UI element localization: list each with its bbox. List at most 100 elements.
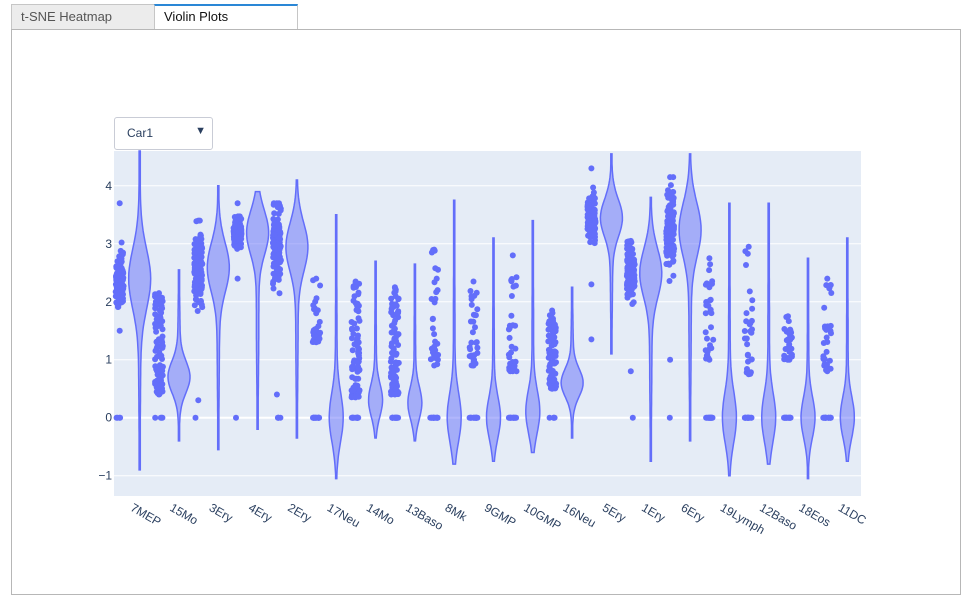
data-point — [510, 283, 517, 290]
data-point — [823, 348, 830, 355]
data-point — [271, 246, 278, 253]
data-point — [192, 255, 199, 262]
x-tick-label: 6Ery — [679, 500, 707, 524]
data-point — [349, 347, 356, 354]
data-point — [586, 195, 593, 202]
data-point — [668, 210, 675, 217]
data-point — [271, 210, 278, 217]
data-point — [745, 371, 752, 378]
data-point — [550, 318, 557, 325]
data-point — [158, 374, 165, 381]
data-point — [237, 226, 244, 232]
data-point — [512, 345, 519, 352]
data-point — [429, 414, 436, 421]
data-point — [746, 288, 753, 295]
data-point — [744, 341, 751, 348]
data-point — [627, 255, 634, 262]
data-point — [590, 189, 597, 196]
data-point — [354, 335, 361, 342]
data-point — [786, 343, 792, 350]
data-point — [624, 278, 631, 285]
data-point — [429, 316, 436, 323]
data-point — [195, 248, 202, 255]
data-point — [159, 326, 166, 333]
data-point — [271, 231, 278, 238]
data-point — [671, 245, 678, 252]
data-point — [785, 313, 791, 320]
data-point — [511, 414, 518, 421]
data-point — [233, 414, 239, 421]
data-point — [355, 291, 362, 298]
data-point — [743, 262, 749, 268]
data-point — [590, 208, 597, 215]
data-point — [742, 414, 749, 421]
data-point — [821, 304, 828, 311]
x-tick-label: 14Mo — [364, 500, 397, 527]
data-point — [429, 325, 436, 332]
data-point — [588, 336, 595, 343]
data-point — [194, 270, 200, 277]
data-point — [116, 327, 123, 334]
data-point — [549, 368, 556, 375]
x-tick-label: 1Ery — [639, 500, 667, 524]
data-point — [551, 341, 558, 348]
data-point — [824, 368, 831, 375]
data-point — [702, 281, 709, 288]
data-point — [114, 300, 121, 307]
data-point — [787, 328, 794, 335]
data-point — [349, 374, 356, 381]
data-point — [273, 391, 280, 398]
data-point — [743, 310, 750, 317]
x-tick-label: 19Lymph — [718, 500, 767, 537]
data-point — [629, 264, 636, 271]
x-tick-label: 2Ery — [285, 500, 313, 524]
data-point — [311, 306, 317, 313]
x-tick-label: 18Eos — [797, 500, 833, 529]
data-point — [703, 302, 710, 309]
x-tick-label: 8Mk — [443, 500, 470, 524]
data-point — [196, 236, 203, 243]
data-point — [391, 320, 398, 327]
data-point — [785, 356, 791, 363]
data-point — [315, 323, 322, 330]
data-point — [670, 272, 677, 279]
data-point — [355, 308, 362, 315]
data-point — [745, 243, 752, 250]
data-point — [666, 414, 673, 421]
data-point — [744, 366, 750, 372]
data-point — [194, 308, 201, 314]
x-tick-label: 16Neu — [561, 500, 599, 530]
data-point — [828, 290, 835, 296]
data-point — [584, 211, 591, 218]
y-tick-label: 1 — [105, 353, 112, 367]
data-point — [467, 318, 474, 325]
data-point — [231, 223, 238, 230]
data-point — [588, 165, 595, 172]
data-point — [432, 265, 439, 272]
data-point — [153, 323, 160, 330]
data-point — [317, 282, 324, 289]
data-point — [313, 339, 320, 346]
data-point — [192, 414, 199, 421]
data-point — [351, 320, 358, 327]
data-point — [153, 339, 160, 345]
data-point — [824, 275, 831, 282]
data-point — [395, 359, 402, 366]
data-point — [198, 285, 205, 292]
data-point — [706, 356, 713, 363]
data-point — [390, 370, 397, 377]
gene-dropdown[interactable]: Car1 ▼ — [114, 117, 213, 150]
data-point — [312, 298, 319, 305]
data-point — [506, 414, 513, 421]
x-tick-label: 17Neu — [325, 500, 363, 530]
data-point — [468, 301, 475, 308]
data-point — [356, 317, 363, 324]
data-point — [704, 335, 710, 342]
data-point — [156, 391, 162, 398]
data-point — [430, 346, 437, 353]
data-point — [506, 334, 513, 341]
data-point — [591, 195, 598, 202]
data-point — [234, 200, 241, 207]
data-point — [349, 363, 356, 370]
data-point — [707, 342, 713, 349]
